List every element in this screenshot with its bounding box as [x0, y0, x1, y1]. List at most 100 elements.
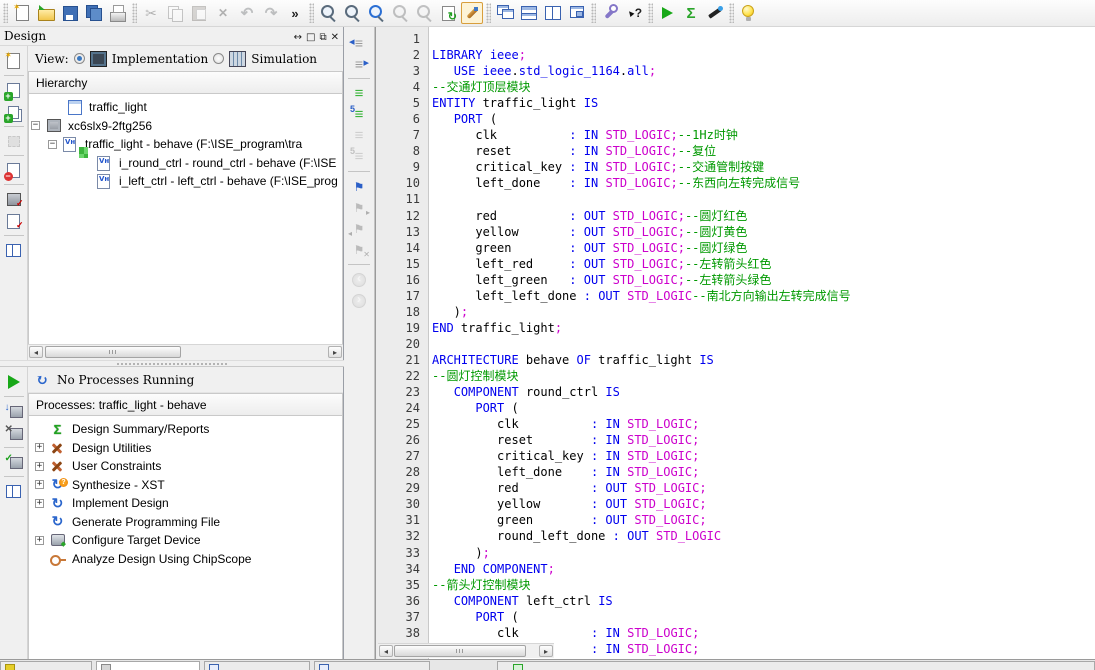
toggle-bookmark-icon[interactable] [348, 177, 370, 196]
tree-item[interactable]: Generate Programming File [29, 513, 342, 532]
window-float-icon[interactable] [566, 2, 588, 24]
zoom-out-icon[interactable] [341, 2, 363, 24]
code-line[interactable]: 4--交通灯顶层模块 [376, 79, 1095, 95]
stop-process-icon[interactable] [4, 423, 24, 443]
hierarchy-hscrollbar[interactable]: ◂ ▸ [28, 344, 343, 360]
simulation-radio[interactable] [213, 53, 224, 64]
project-settings-icon[interactable] [599, 2, 621, 24]
code-area[interactable]: 12LIBRARY ieee;3 USE ieee.std_logic_1164… [376, 31, 1095, 657]
tree-item[interactable]: i_left_ctrl - left_ctrl - behave (F:\ISE… [29, 172, 342, 191]
analyze-telescope-icon[interactable] [704, 2, 726, 24]
code-line[interactable]: 33 ); [376, 545, 1095, 561]
code-line[interactable]: 3 USE ieee.std_logic_1164.all; [376, 63, 1095, 79]
code-line[interactable]: 22--圆灯控制模块 [376, 368, 1095, 384]
dock-icon[interactable] [294, 32, 302, 43]
tree-item[interactable]: −traffic_light - behave (F:\ISE_program\… [29, 135, 342, 154]
zoom-in-icon[interactable] [317, 2, 339, 24]
code-line[interactable]: 13 yellow : OUT STD_LOGIC;--圆灯黄色 [376, 224, 1095, 240]
file-properties-icon[interactable] [4, 211, 24, 231]
tree-item[interactable]: +User Constraints [29, 457, 342, 476]
chip-report-icon[interactable] [4, 189, 24, 209]
expander-icon[interactable]: − [31, 121, 40, 130]
window-tile-horizontal-icon[interactable] [518, 2, 540, 24]
code-line[interactable]: 28 left_done : IN STD_LOGIC; [376, 464, 1095, 480]
scrollbar-thumb[interactable] [394, 645, 526, 657]
code-line[interactable]: 26 reset : IN STD_LOGIC; [376, 432, 1095, 448]
new-document-icon[interactable] [11, 2, 33, 24]
bottom-tab-1[interactable] [0, 661, 92, 670]
code-line[interactable]: 14 green : OUT STD_LOGIC;--圆灯绿色 [376, 240, 1095, 256]
add-copy-of-source-icon[interactable] [4, 102, 24, 122]
implementation-radio[interactable] [74, 53, 85, 64]
code-line[interactable]: 9 critical_key : IN STD_LOGIC;--交通管制按键 [376, 159, 1095, 175]
close-icon[interactable] [331, 32, 339, 43]
highlight-lines-icon[interactable] [348, 84, 370, 103]
code-line[interactable]: 29 red : OUT STD_LOGIC; [376, 480, 1095, 496]
tree-item[interactable]: traffic_light [29, 98, 342, 117]
console-tab-area[interactable] [497, 661, 1095, 670]
code-line[interactable]: 23 COMPONENT round_ctrl IS [376, 384, 1095, 400]
code-line[interactable]: 5ENTITY traffic_light IS [376, 95, 1095, 111]
code-line[interactable]: 25 clk : IN STD_LOGIC; [376, 416, 1095, 432]
add-source-icon[interactable] [4, 80, 24, 100]
toolbar-overflow-icon[interactable] [284, 2, 306, 24]
code-line[interactable]: 2LIBRARY ieee; [376, 47, 1095, 63]
window-tile-vertical-icon[interactable] [542, 2, 564, 24]
highlight-5-icon[interactable] [348, 105, 370, 124]
rerun-process-icon[interactable] [4, 401, 24, 421]
open-project-icon[interactable] [35, 2, 57, 24]
bottom-tab-2[interactable] [96, 661, 200, 670]
code-line[interactable]: 8 reset : IN STD_LOGIC;--复位 [376, 143, 1095, 159]
zoom-full-view-icon[interactable] [365, 2, 387, 24]
tree-item[interactable]: +Design Utilities [29, 439, 342, 458]
shift-right-icon[interactable] [348, 54, 370, 73]
code-line[interactable]: 17 left_left_done : OUT STD_LOGIC--南北方向输… [376, 288, 1095, 304]
bottom-tab-3[interactable] [204, 661, 310, 670]
code-line[interactable]: 27 critical_key : IN STD_LOGIC; [376, 448, 1095, 464]
code-line[interactable]: 6 PORT ( [376, 111, 1095, 127]
context-help-icon[interactable] [623, 2, 645, 24]
remove-source-icon[interactable] [4, 160, 24, 180]
code-line[interactable]: 15 left_red : OUT STD_LOGIC;--左转箭头红色 [376, 256, 1095, 272]
code-line[interactable]: 30 yellow : OUT STD_LOGIC; [376, 496, 1095, 512]
expander-icon[interactable]: + [35, 480, 44, 489]
expander-icon[interactable]: + [35, 443, 44, 452]
code-line[interactable]: 20 [376, 336, 1095, 352]
code-line[interactable]: 1 [376, 31, 1095, 47]
code-line[interactable]: 34 END COMPONENT; [376, 561, 1095, 577]
code-line[interactable]: 11 [376, 191, 1095, 207]
window-cascade-icon[interactable] [494, 2, 516, 24]
run-process-icon[interactable] [4, 372, 24, 392]
design-summary-icon[interactable] [680, 2, 702, 24]
code-line[interactable]: 32 round_left_done : OUT STD_LOGIC [376, 528, 1095, 544]
save-all-icon[interactable] [83, 2, 105, 24]
hierarchy-tree[interactable]: traffic_light−xc6slx9-2ftg256−traffic_li… [28, 94, 343, 344]
scroll-right-arrow-icon[interactable]: ▸ [539, 645, 553, 657]
scrollbar-thumb[interactable] [45, 346, 181, 358]
hint-bulb-icon[interactable] [737, 2, 759, 24]
code-line[interactable]: 16 left_green : OUT STD_LOGIC;--左转箭头绿色 [376, 272, 1095, 288]
expander-icon[interactable]: + [35, 499, 44, 508]
code-editor[interactable]: 12LIBRARY ieee;3 USE ieee.std_logic_1164… [375, 27, 1095, 659]
expander-icon[interactable]: − [48, 140, 57, 149]
code-line[interactable]: 10 left_done : IN STD_LOGIC;--东西向左转完成信号 [376, 175, 1095, 191]
run-icon[interactable] [656, 2, 678, 24]
code-line[interactable]: 37 PORT ( [376, 609, 1095, 625]
code-line[interactable]: 38 clk : IN STD_LOGIC; [376, 625, 1095, 641]
bottom-tab-4[interactable] [314, 661, 430, 670]
code-line[interactable]: 12 red : OUT STD_LOGIC;--圆灯红色 [376, 208, 1095, 224]
tree-item[interactable]: +Configure Target Device [29, 531, 342, 550]
expander-icon[interactable]: + [35, 462, 44, 471]
new-source-icon[interactable] [4, 51, 24, 71]
code-line[interactable]: 7 clk : IN STD_LOGIC;--1Hz时钟 [376, 127, 1095, 143]
tree-item[interactable]: i_round_ctrl - round_ctrl - behave (F:\I… [29, 154, 342, 173]
code-line[interactable]: 18 ); [376, 304, 1095, 320]
shift-left-icon[interactable] [348, 33, 370, 52]
scroll-left-arrow-icon[interactable]: ◂ [29, 346, 43, 358]
rerun-all-icon[interactable] [4, 452, 24, 472]
processes-tree[interactable]: Design Summary/Reports+Design Utilities+… [28, 416, 343, 659]
wand-icon[interactable] [461, 2, 483, 24]
scroll-right-arrow-icon[interactable]: ▸ [328, 346, 342, 358]
tree-item[interactable]: +Implement Design [29, 494, 342, 513]
editor-hscrollbar[interactable]: ◂ ▸ [378, 643, 554, 658]
